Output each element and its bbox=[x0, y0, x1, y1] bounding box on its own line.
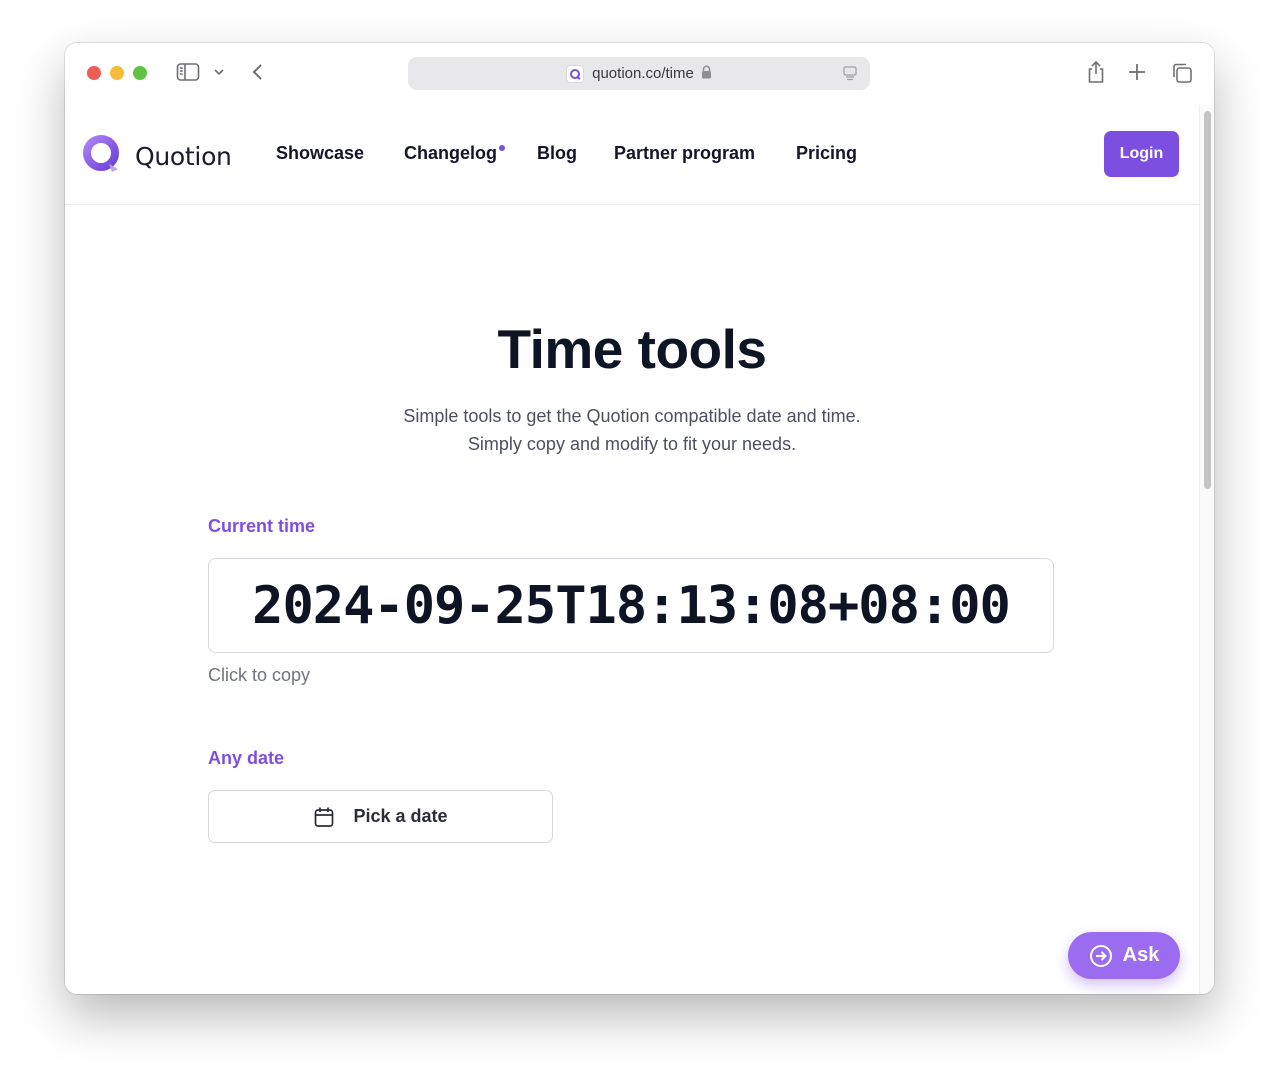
current-time-label: Current time bbox=[208, 516, 316, 536]
page-subtitle: Simple tools to get the Quotion compatib… bbox=[403, 406, 861, 454]
nav-changelog[interactable]: Changelog bbox=[404, 143, 505, 164]
address-bar[interactable]: quotion.co/time bbox=[408, 57, 870, 90]
quotion-logo-icon bbox=[82, 134, 122, 179]
close-window-button[interactable] bbox=[87, 66, 101, 80]
chevron-down-icon[interactable] bbox=[213, 67, 225, 77]
ask-label: Ask bbox=[1122, 944, 1160, 966]
tab-overview-icon[interactable] bbox=[1171, 62, 1193, 84]
brand-name: Quotion bbox=[135, 142, 232, 171]
nav-blog[interactable]: Blog bbox=[537, 143, 577, 164]
page-title: Time tools bbox=[497, 318, 767, 380]
brand-logo[interactable]: Quotion bbox=[82, 134, 232, 179]
nav-partner-program[interactable]: Partner program bbox=[614, 143, 755, 164]
any-date-label: Any date bbox=[208, 748, 285, 768]
back-icon[interactable] bbox=[251, 62, 265, 82]
lock-icon bbox=[701, 65, 712, 83]
login-button[interactable]: Login bbox=[1104, 131, 1179, 177]
scrollbar-thumb[interactable] bbox=[1204, 111, 1211, 489]
reader-mode-icon[interactable] bbox=[842, 65, 858, 85]
new-badge-dot bbox=[499, 145, 505, 151]
url-text: quotion.co/time bbox=[592, 65, 694, 82]
sidebar-toggle-icon[interactable] bbox=[176, 62, 200, 82]
nav-pricing[interactable]: Pricing bbox=[796, 143, 857, 164]
share-icon[interactable] bbox=[1086, 60, 1106, 84]
pick-date-label: Pick a date bbox=[353, 806, 448, 826]
current-time-copy-box[interactable]: 2024-09-25T18:13:08+08:00 bbox=[208, 558, 1054, 653]
maximize-window-button[interactable] bbox=[133, 66, 147, 80]
nav-showcase[interactable]: Showcase bbox=[276, 143, 364, 164]
new-tab-icon[interactable] bbox=[1128, 63, 1146, 81]
page-scrollbar[interactable] bbox=[1199, 105, 1214, 994]
site-favicon-icon bbox=[566, 64, 585, 83]
pick-date-button[interactable]: Pick a date bbox=[208, 790, 553, 843]
browser-window: quotion.co/time Quotion Showcase Changel… bbox=[65, 43, 1214, 994]
ask-chat-button[interactable]: Ask bbox=[1068, 932, 1180, 979]
nav-changelog-label: Changelog bbox=[404, 143, 497, 163]
arrow-right-circle-icon bbox=[1089, 944, 1113, 968]
site-header: Quotion Showcase Changelog Blog Partner … bbox=[65, 105, 1199, 205]
copy-hint: Click to copy bbox=[208, 665, 311, 685]
browser-toolbar: quotion.co/time bbox=[65, 43, 1214, 105]
calendar-icon bbox=[313, 806, 335, 828]
minimize-window-button[interactable] bbox=[110, 66, 124, 80]
